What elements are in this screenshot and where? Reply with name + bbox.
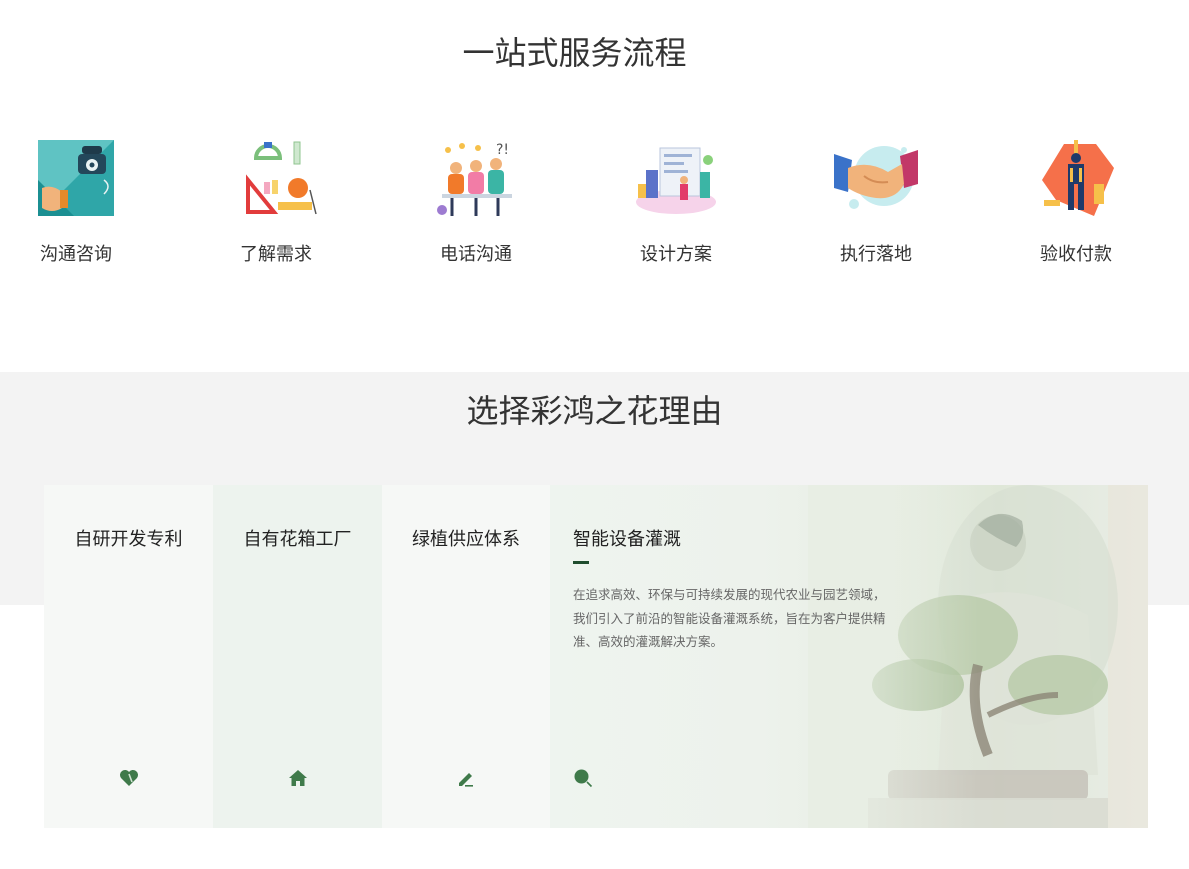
telephone-consult-icon (38, 140, 114, 216)
step-requirements[interactable]: 了解需求 (216, 140, 336, 266)
reason-panel-title: 自研开发专利 (74, 529, 183, 550)
reasons-title: 选择彩鸿之花理由 (466, 392, 723, 430)
reason-panel-description: 在追求高效、环保与可持续发展的现代农业与园艺领域， 我们引入了前沿的智能设备灌溉… (573, 583, 908, 654)
reason-panel-title: 智能设备灌溉 (573, 529, 681, 550)
reason-panel-title: 自有花箱工厂 (243, 529, 352, 550)
svg-text:?!: ?! (496, 142, 509, 158)
step-label: 设计方案 (640, 244, 712, 265)
process-steps: 沟通咨询 了解需求 ?! 电话沟通 设计方案 执行落地 验收付款 (0, 140, 1189, 280)
search-icon (574, 769, 593, 788)
heart-leaf-icon (119, 770, 138, 786)
reason-panel-irrigation[interactable]: 智能设备灌溉 在追求高效、环保与可持续发展的现代农业与园艺领域， 我们引入了前沿… (550, 485, 1148, 828)
reason-panel-supply[interactable]: 绿植供应体系 (382, 485, 550, 828)
description-line: 我们引入了前沿的智能设备灌溉系统，旨在为客户提供精 (573, 610, 886, 626)
process-title: 一站式服务流程 (462, 34, 687, 72)
step-label: 了解需求 (240, 244, 312, 265)
description-line: 准、高效的灌溉解决方案。 (573, 634, 724, 649)
reason-panel-patent[interactable]: 自研开发专利 (44, 485, 213, 828)
step-consult[interactable]: 沟通咨询 (16, 140, 136, 266)
pencil-icon (459, 773, 473, 787)
step-label: 电话沟通 (440, 244, 512, 265)
step-design-plan[interactable]: 设计方案 (616, 140, 736, 266)
step-label: 执行落地 (840, 244, 912, 265)
handshake-icon (834, 146, 918, 209)
title-underline (573, 561, 589, 564)
design-plan-icon (636, 147, 716, 214)
reason-panel-title: 绿植供应体系 (412, 529, 520, 550)
description-line: 在追求高效、环保与可持续发展的现代农业与园艺领域， (573, 587, 886, 602)
reason-panel-factory[interactable]: 自有花箱工厂 (213, 485, 382, 828)
step-label: 沟通咨询 (40, 244, 112, 265)
team-discussion-icon: ?! (437, 142, 512, 216)
reasons-panels: 自研开发专利 自有花箱工厂 绿植供应体系 智能设备灌溉 在追求高效、环保与可持续… (44, 485, 1148, 828)
bonsai-gardener-photo (808, 485, 1148, 828)
drafting-tools-icon (246, 141, 317, 215)
home-icon (288, 770, 307, 786)
step-acceptance[interactable]: 验收付款 (1016, 140, 1136, 266)
step-phone-talk[interactable]: ?! 电话沟通 (416, 140, 536, 266)
construction-worker-icon (1042, 140, 1114, 216)
step-execute[interactable]: 执行落地 (816, 140, 936, 266)
step-label: 验收付款 (1040, 244, 1112, 265)
